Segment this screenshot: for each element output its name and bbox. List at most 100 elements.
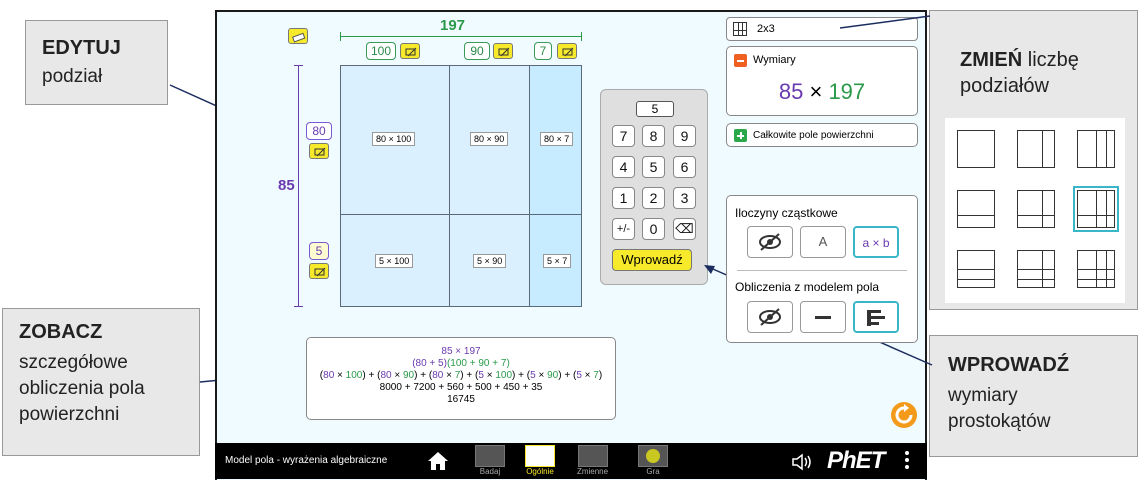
area-model-calc-title: Obliczenia z modelem pola xyxy=(735,280,880,294)
screen-ogolnie[interactable]: Ogólnie xyxy=(520,443,560,479)
calc-options-panel: Iloczyny cząstkowe A a × b Obliczenia z … xyxy=(726,195,918,343)
left-part-1: 80 xyxy=(306,122,332,140)
key-3[interactable]: 3 xyxy=(673,187,696,209)
key-6[interactable]: 6 xyxy=(673,156,696,178)
grid-2x2[interactable] xyxy=(1017,190,1055,228)
calc-line-5: 16745 xyxy=(447,394,475,405)
hide-area-calc-button[interactable] xyxy=(747,301,793,333)
hide-partial-products-button[interactable] xyxy=(747,226,793,258)
partial-products-letter-button[interactable]: A xyxy=(800,226,846,258)
screen-zmienne[interactable]: Zmienne xyxy=(570,443,615,479)
reset-button[interactable] xyxy=(891,402,917,428)
left-dimension-line xyxy=(298,65,299,307)
screen-zmienne-label: Zmienne xyxy=(576,467,609,476)
calc-line-1: 85 × 197 xyxy=(441,346,481,357)
key-5[interactable]: 5 xyxy=(642,156,665,178)
calc-line-3: (80 × 100) + (80 × 90) + (80 × 7) + (5 ×… xyxy=(319,370,603,381)
grid-1x3[interactable] xyxy=(1077,130,1115,168)
callout-enter-bold: WPROWADŹ xyxy=(948,354,1070,376)
phet-logo[interactable]: PhET xyxy=(827,447,885,475)
callout-view-line3: powierzchni xyxy=(19,404,120,425)
dimensions-panel: Wymiary 85 × 197 xyxy=(726,46,918,116)
grid-3x3[interactable] xyxy=(1077,250,1115,288)
partial-products-title: Iloczyny cząstkowe xyxy=(735,206,838,220)
callout-edit-bold: EDYTUJ xyxy=(42,37,121,59)
grid-2x3-selected[interactable] xyxy=(1073,186,1119,232)
top-part-3: 7 xyxy=(534,42,552,60)
key-plus-minus[interactable]: +/- xyxy=(612,218,635,240)
edit-top-part-3-icon[interactable] xyxy=(557,43,577,59)
partial-products-formula-button[interactable]: a × b xyxy=(853,226,899,258)
key-7[interactable]: 7 xyxy=(612,125,635,147)
left-part-2: 5 xyxy=(309,242,329,260)
line-by-line-calc-button[interactable] xyxy=(800,301,846,333)
expand-total-area-icon[interactable] xyxy=(734,129,747,142)
grid-3x1[interactable] xyxy=(957,250,995,288)
screen-ogolnie-label: Ogólnie xyxy=(526,467,554,476)
screen-badaj[interactable]: Badaj xyxy=(470,443,510,479)
callout-change-text2: podziałów xyxy=(960,75,1049,97)
menu-icon[interactable] xyxy=(905,451,911,473)
edit-left-part-1-icon[interactable] xyxy=(309,143,329,159)
grid-2x1[interactable] xyxy=(957,190,995,228)
calc-line-4: 8000 + 7200 + 560 + 500 + 450 + 35 xyxy=(379,382,543,393)
key-4[interactable]: 4 xyxy=(612,156,635,178)
key-9[interactable]: 9 xyxy=(673,125,696,147)
grid-2x3-icon xyxy=(733,22,747,36)
cell-label-r1c2: 80 × 90 xyxy=(470,132,509,146)
key-2[interactable]: 2 xyxy=(642,187,665,209)
grid-options-panel xyxy=(945,118,1125,303)
screen-badaj-label: Badaj xyxy=(479,467,501,476)
cell-label-r1c1: 80 × 100 xyxy=(372,132,416,146)
edit-pencil-icon[interactable] xyxy=(288,28,308,44)
grid-1x1[interactable] xyxy=(957,130,995,168)
top-dimension-line xyxy=(340,36,582,37)
collapse-dimensions-icon[interactable] xyxy=(734,54,747,67)
backspace-icon[interactable]: ⌫ xyxy=(673,218,696,240)
dimension-right: 197 xyxy=(828,79,866,104)
callout-change-bold: ZMIEŃ xyxy=(960,49,1023,71)
eye-hidden-icon xyxy=(759,233,781,251)
reset-icon xyxy=(895,404,913,424)
callout-view-line1: szczegółowe xyxy=(19,352,128,373)
callout-edit: EDYTUJ podział xyxy=(25,20,168,105)
callout-edit-text: podział xyxy=(42,66,103,87)
sound-icon[interactable] xyxy=(791,453,813,474)
cell-label-r2c3: 5 × 7 xyxy=(543,254,572,268)
nav-bar: Model pola - wyrażenia algebraiczne Bada… xyxy=(215,443,927,479)
edit-top-part-1-icon[interactable] xyxy=(400,43,420,59)
callout-view-bold: ZOBACZ xyxy=(19,321,103,343)
cell-label-r2c2: 5 × 90 xyxy=(473,254,507,268)
all-lines-calc-button[interactable] xyxy=(853,301,899,333)
cell-label-r2c1: 5 × 100 xyxy=(375,254,414,268)
callout-view: ZOBACZ szczegółowe obliczenia pola powie… xyxy=(2,308,200,456)
grid-1x2[interactable] xyxy=(1017,130,1055,168)
callout-view-line2: obliczenia pola xyxy=(19,378,145,399)
top-part-2: 90 xyxy=(464,42,490,60)
key-8[interactable]: 8 xyxy=(642,125,665,147)
dimension-times: × xyxy=(809,79,823,104)
key-0[interactable]: 0 xyxy=(642,218,665,240)
calc-line-2: (80 + 5)(100 + 90 + 7) xyxy=(412,358,510,369)
cell-label-r1c3: 80 × 7 xyxy=(540,132,574,146)
edit-top-part-2-icon[interactable] xyxy=(493,43,513,59)
left-dimension-total: 85 xyxy=(278,177,295,194)
partition-select-value: 2x3 xyxy=(757,23,775,35)
calculation-box: 85 × 197 (80 + 5)(100 + 90 + 7) (80 × 10… xyxy=(306,337,616,420)
grid-3x2[interactable] xyxy=(1017,250,1055,288)
callout-change-arrow xyxy=(839,15,931,29)
key-1[interactable]: 1 xyxy=(612,187,635,209)
callout-enter-line2: prostokątów xyxy=(948,411,1051,432)
dimension-left: 85 xyxy=(778,79,804,104)
top-part-1: 100 xyxy=(366,42,396,60)
total-area-panel[interactable]: Całkowite pole powierzchni xyxy=(726,123,918,147)
area-rectangle: 80 × 100 80 × 90 80 × 7 5 × 100 5 × 90 5… xyxy=(340,65,582,307)
callout-enter-line1: wymiary xyxy=(948,385,1018,406)
edit-left-part-2-icon[interactable] xyxy=(309,263,329,279)
home-icon[interactable] xyxy=(427,451,449,471)
enter-button[interactable]: Wprowadź xyxy=(612,249,692,271)
callout-change-text1: liczbę xyxy=(1027,49,1079,71)
screen-gra-label: Gra xyxy=(646,467,660,476)
sim-title: Model pola - wyrażenia algebraiczne xyxy=(225,455,388,466)
screen-gra[interactable]: Gra xyxy=(633,443,673,479)
